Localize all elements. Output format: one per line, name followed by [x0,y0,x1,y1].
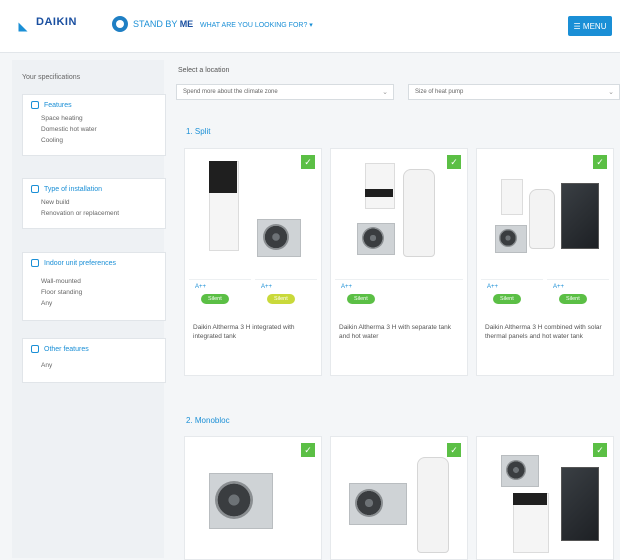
filter-group-installation: Type of installation New build Renovatio… [22,178,166,229]
filter-option[interactable]: Cooling [23,135,165,155]
filter-group-other: Other features Any [22,338,166,383]
filter-group-header[interactable]: Type of installation [23,179,165,197]
energy-rating: A++ Silent [335,279,463,313]
solar-panel-image [561,467,599,541]
checkbox-icon[interactable]: ✓ [593,443,607,457]
filter-option[interactable]: Domestic hot water [23,124,165,135]
daikin-logo[interactable]: DAIKIN [14,13,77,31]
checkbox-icon[interactable]: ✓ [301,155,315,169]
indoor-unit-image [501,179,523,215]
daikin-logo-icon [18,13,28,31]
filter-option[interactable]: Space heating [23,113,165,124]
filter-option[interactable]: New build [23,197,165,208]
fan-icon [263,224,289,250]
indoor-unit-panel [513,493,547,505]
heat-pump-size-select[interactable]: Size of heat pump ⌄ [408,84,620,100]
filter-option[interactable]: Any [23,298,165,320]
breadcrumb-dropdown[interactable]: WHAT ARE YOU LOOKING FOR? ▾ [200,21,313,29]
fan-icon [362,227,384,249]
product-card[interactable]: ✓ A++ Silent Daikin Altherma 3 H with sep… [330,148,468,376]
fan-icon [499,229,517,247]
product-card[interactable]: ✓ [476,436,614,560]
app-icon [112,16,128,32]
filter-group-header[interactable]: Other features [23,339,165,357]
product-description: Daikin Altherma 3 H with separate tank a… [339,324,451,340]
indoor-unit-image [365,163,395,209]
filter-icon [31,345,39,353]
location-label: Select a location [178,67,230,74]
filter-icon [31,185,39,193]
chevron-down-icon: ⌄ [608,89,614,96]
select-value: Size of heat pump [415,89,464,95]
menu-button[interactable]: ☰ MENU [568,16,612,36]
hot-water-tank-image [529,189,555,249]
filter-option[interactable]: Any [23,357,165,382]
solar-panel-image [561,183,599,249]
section-title-split: 1. Split [186,127,211,136]
select-value: Spend more about the climate zone [183,89,278,95]
chevron-down-icon: ⌄ [382,89,388,96]
filter-icon [31,259,39,267]
checkbox-icon[interactable]: ✓ [593,155,607,169]
fan-icon [215,481,253,519]
indoor-unit-panel [365,189,393,197]
checkbox-icon[interactable]: ✓ [447,155,461,169]
sidebar: Your specifications Features Space heati… [12,60,166,558]
filter-option[interactable]: Renovation or replacement [23,208,165,228]
fan-icon [355,489,383,517]
brand-name: DAIKIN [36,16,77,28]
energy-rating: A++ Silent [255,279,317,313]
app-name: STAND BY ME [133,19,194,29]
energy-rating: A++ Silent [189,279,251,313]
product-card[interactable]: ✓ A++ Silent A++ Silent Daikin Altherma 3 … [476,148,614,376]
checkbox-icon[interactable]: ✓ [447,443,461,457]
fan-icon [506,460,526,480]
top-bar: DAIKIN STAND BY ME WHAT ARE YOU LOOKING … [0,0,620,53]
product-description: Daikin Altherma 3 H combined with solar … [485,324,602,340]
product-card[interactable]: ✓ [184,436,322,560]
product-card[interactable]: ✓ [330,436,468,560]
hot-water-tank-image [403,169,435,257]
product-card[interactable]: ✓ A++ Silent A++ Silent Daikin Altherma 3 … [184,148,322,376]
filter-icon [31,101,39,109]
filter-group-features: Features Space heating Domestic hot wate… [22,94,166,156]
section-title-monobloc: 2. Monobloc [186,416,230,425]
filter-option[interactable]: Wall-mounted [23,271,165,287]
climate-zone-select[interactable]: Spend more about the climate zone ⌄ [176,84,394,100]
hot-water-tank-image [417,457,449,553]
energy-rating: A++ Silent [547,279,609,313]
sidebar-title: Your specifications [22,74,81,81]
filter-option[interactable]: Floor standing [23,287,165,298]
filter-group-header[interactable]: Indoor unit preferences [23,253,165,271]
checkbox-icon[interactable]: ✓ [301,443,315,457]
filter-group-header[interactable]: Features [23,95,165,113]
product-description: Daikin Altherma 3 H integrated with inte… [193,324,295,340]
energy-rating: A++ Silent [481,279,543,313]
app-title[interactable]: STAND BY ME [112,16,193,32]
filter-group-indoor-unit: Indoor unit preferences Wall-mounted Flo… [22,252,166,321]
indoor-unit-panel [209,161,237,193]
